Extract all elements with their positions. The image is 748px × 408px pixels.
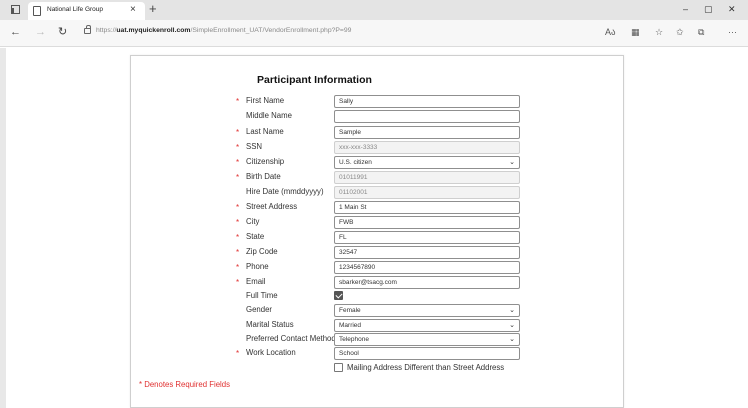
required-marker: * [236, 278, 240, 287]
row-mailing-different: Mailing Address Different than Street Ad… [0, 362, 748, 378]
birth-date-field[interactable] [334, 171, 520, 184]
street-address-field[interactable] [334, 201, 520, 214]
row-state: * State [0, 231, 748, 247]
browser-tab[interactable]: National Life Group × [28, 2, 145, 20]
full-time-label: Full Time [246, 291, 278, 300]
required-marker: * [236, 248, 240, 257]
mailing-different-checkbox[interactable] [334, 363, 343, 372]
citizenship-select[interactable]: U.S. citizen ⌄ [334, 156, 520, 169]
hire-date-field[interactable] [334, 186, 520, 199]
tab-close-icon[interactable]: × [130, 4, 136, 16]
favorites-icon[interactable]: ✩ [676, 27, 684, 37]
refresh-icon[interactable]: ↻ [58, 26, 67, 38]
street-address-label: Street Address [246, 202, 298, 211]
required-marker: * [236, 143, 240, 152]
minimize-button[interactable]: – [683, 2, 688, 16]
full-time-checkbox[interactable] [334, 291, 343, 300]
first-name-label: First Name [246, 96, 285, 105]
collections-icon[interactable]: ⧉ [698, 27, 704, 37]
phone-field[interactable] [334, 261, 520, 274]
required-marker: * [236, 263, 240, 272]
state-field[interactable] [334, 231, 520, 244]
marital-status-label: Marital Status [246, 320, 294, 329]
gender-value: Female [339, 307, 361, 314]
city-field[interactable] [334, 216, 520, 229]
row-last-name: * Last Name [0, 126, 748, 142]
page-favicon-icon [33, 6, 41, 16]
row-first-name: * First Name [0, 95, 748, 111]
city-label: City [246, 217, 260, 226]
row-hire-date: Hire Date (mmddyyyy) [0, 186, 748, 202]
required-marker: * [236, 128, 240, 137]
phone-label: Phone [246, 262, 269, 271]
required-marker: * [236, 97, 240, 106]
favorites-add-icon[interactable]: ☆ [655, 27, 663, 37]
email-label: Email [246, 277, 266, 286]
preferred-contact-label: Preferred Contact Method [246, 334, 336, 343]
citizenship-value: U.S. citizen [339, 159, 372, 166]
close-window-button[interactable]: ✕ [728, 2, 736, 16]
zip-code-label: Zip Code [246, 247, 278, 256]
more-icon[interactable]: ··· [728, 27, 737, 37]
new-tab-button[interactable]: + [149, 1, 157, 17]
zip-code-field[interactable] [334, 246, 520, 259]
row-phone: * Phone [0, 261, 748, 277]
work-location-label: Work Location [246, 348, 296, 357]
row-gender: Gender Female ⌄ [0, 304, 748, 320]
hire-date-label: Hire Date (mmddyyyy) [246, 187, 324, 196]
chevron-down-icon: ⌄ [509, 322, 515, 329]
row-work-location: * Work Location [0, 347, 748, 363]
preferred-contact-value: Telephone [339, 336, 369, 343]
marital-status-value: Married [339, 322, 362, 329]
tab-title: National Life Group [47, 6, 104, 13]
read-aloud-icon[interactable]: Aა [605, 27, 616, 37]
back-icon[interactable]: ← [10, 26, 21, 38]
extensions-icon[interactable]: ▦ [631, 27, 640, 37]
ssn-label: SSN [246, 142, 263, 151]
preferred-contact-select[interactable]: Telephone ⌄ [334, 333, 520, 346]
last-name-label: Last Name [246, 127, 284, 136]
required-marker: * [236, 233, 240, 242]
middle-name-field[interactable] [334, 110, 520, 123]
last-name-field[interactable] [334, 126, 520, 139]
row-middle-name: Middle Name [0, 110, 748, 126]
required-marker: * [236, 173, 240, 182]
mailing-different-label[interactable]: Mailing Address Different than Street Ad… [347, 363, 504, 372]
middle-name-label: Middle Name [246, 111, 292, 120]
title-bar: National Life Group × + – ▢ ✕ [0, 0, 748, 20]
address-bar: ← → ↻ https://uat.myquickenroll.com/Simp… [0, 20, 748, 47]
url-field[interactable]: https://uat.myquickenroll.com/SimpleEnro… [96, 27, 351, 34]
row-zip-code: * Zip Code [0, 246, 748, 262]
email-field[interactable] [334, 276, 520, 289]
birth-date-label: Birth Date [246, 172, 281, 181]
first-name-field[interactable] [334, 95, 520, 108]
citizenship-label: Citizenship [246, 157, 285, 166]
forward-icon[interactable]: → [35, 26, 46, 38]
required-marker: * [236, 218, 240, 227]
chevron-down-icon: ⌄ [509, 307, 515, 314]
row-street-address: * Street Address [0, 201, 748, 217]
form-title: Participant Information [257, 74, 372, 86]
row-city: * City [0, 216, 748, 232]
marital-status-select[interactable]: Married ⌄ [334, 319, 520, 332]
ssn-field[interactable] [334, 141, 520, 154]
required-fields-note: * Denotes Required Fields [139, 380, 231, 389]
gender-select[interactable]: Female ⌄ [334, 304, 520, 317]
required-marker: * [236, 349, 240, 358]
lock-icon[interactable] [84, 25, 91, 34]
required-marker: * [236, 158, 240, 167]
gender-label: Gender [246, 305, 273, 314]
required-marker: * [236, 203, 240, 212]
work-location-field[interactable] [334, 347, 520, 360]
chevron-down-icon: ⌄ [509, 159, 515, 166]
state-label: State [246, 232, 265, 241]
row-ssn: * SSN [0, 141, 748, 157]
row-birth-date: * Birth Date [0, 171, 748, 187]
chevron-down-icon: ⌄ [509, 336, 515, 343]
row-citizenship: * Citizenship U.S. citizen ⌄ [0, 156, 748, 172]
window-menu-icon[interactable] [11, 5, 20, 14]
maximize-button[interactable]: ▢ [704, 2, 713, 16]
